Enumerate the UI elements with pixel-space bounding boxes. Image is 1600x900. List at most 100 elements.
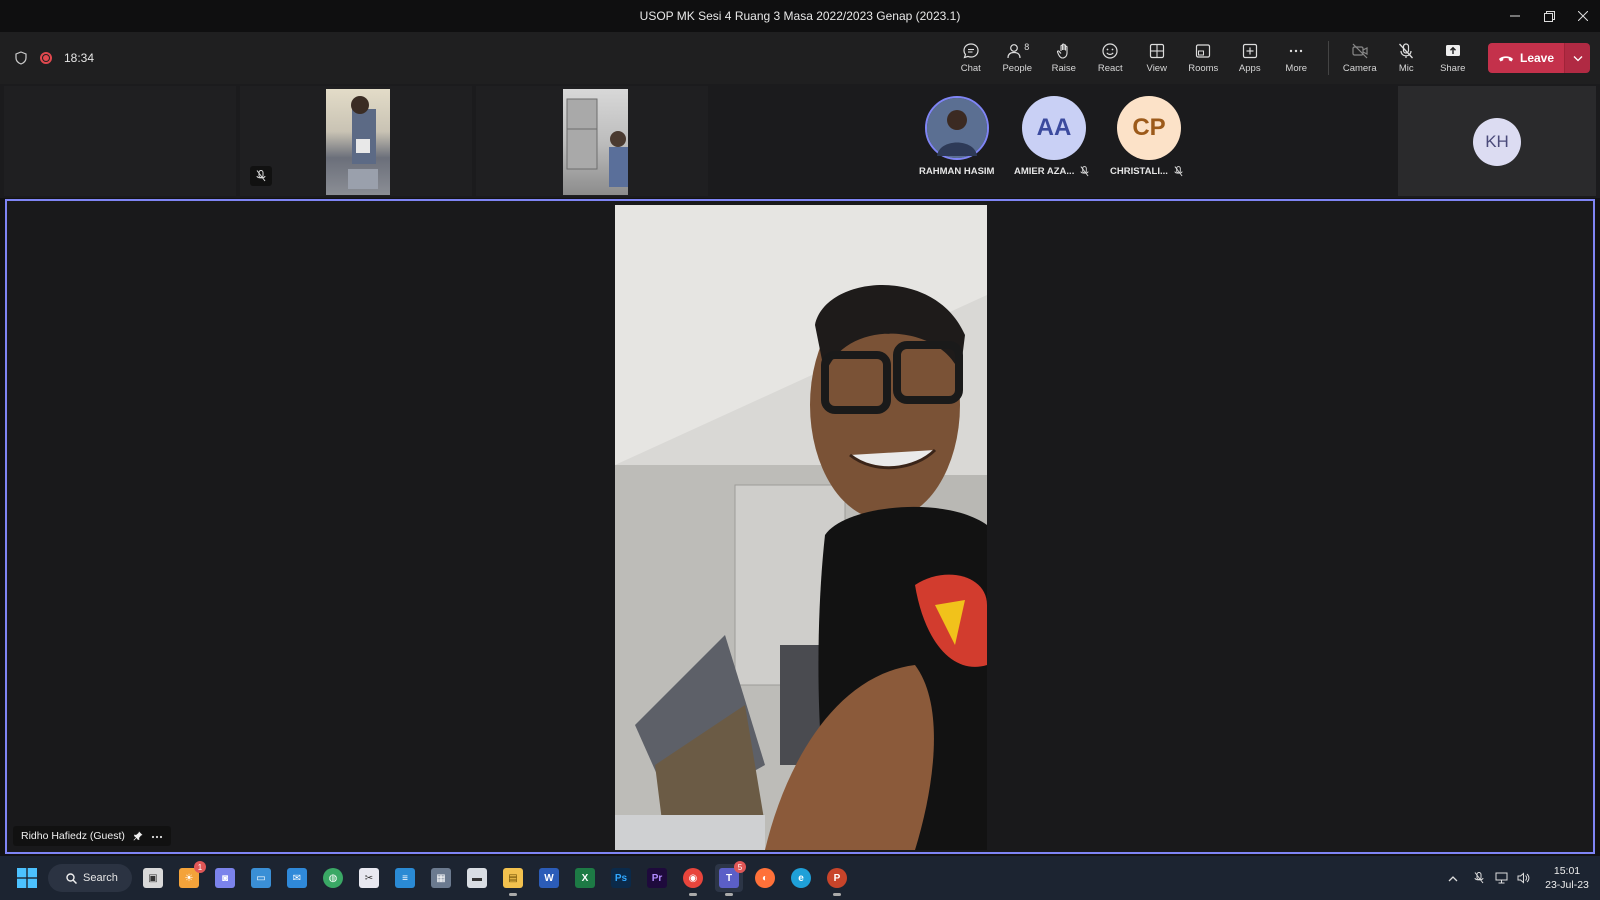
monitor-icon: ▭: [251, 868, 271, 888]
minimize-icon: [1510, 15, 1520, 17]
raise-label: Raise: [1051, 63, 1076, 74]
premiere-button[interactable]: Pr: [643, 864, 671, 892]
avatar-initials: KH: [1485, 132, 1509, 151]
close-icon: [1578, 11, 1588, 21]
chat-button[interactable]: Chat: [948, 32, 995, 84]
restore-button[interactable]: [1532, 0, 1566, 32]
word-button[interactable]: W: [535, 864, 563, 892]
people-icon: [1007, 44, 1021, 59]
windows-taskbar: Search ▣ ☀ 1 ◙ ▭ ✉ ◍ ✂ ≡ ▦ ▬ ▤ W X Ps Pr …: [0, 856, 1600, 900]
mic-label: Mic: [1398, 63, 1414, 74]
notepad-icon: ≡: [395, 868, 415, 888]
file-explorer-button[interactable]: ▤: [499, 864, 527, 896]
mic-button[interactable]: Mic: [1383, 32, 1430, 84]
mic-off-icon: [1174, 166, 1183, 177]
avatar-initials: AA: [1036, 114, 1072, 141]
toolbar-actions: Chat 8 People Raise React View Rooms App…: [948, 32, 1590, 84]
react-button[interactable]: React: [1087, 32, 1134, 84]
chrome-button[interactable]: ◉: [679, 864, 707, 896]
drive-button[interactable]: ▬: [463, 864, 491, 892]
chat-icon: [963, 43, 979, 59]
mic-off-icon: [1080, 166, 1089, 177]
leave-button-group: Leave: [1488, 43, 1590, 73]
more-button[interactable]: More: [1273, 32, 1320, 84]
participant-name: AMIER AZA...: [1014, 166, 1089, 177]
taskbar-search[interactable]: Search: [48, 864, 132, 892]
photoshop-button[interactable]: Ps: [607, 864, 635, 892]
notepad-button[interactable]: ≡: [391, 864, 419, 892]
participant-tile-empty[interactable]: [4, 86, 236, 196]
shield-icon: [15, 51, 27, 65]
participant-tile-self[interactable]: KH: [1398, 86, 1596, 196]
tray-mic-button[interactable]: [1468, 867, 1490, 889]
speaker-name: Ridho Hafiedz (Guest): [21, 830, 125, 842]
excel-button[interactable]: X: [571, 864, 599, 892]
show-hidden-icons-button[interactable]: [1442, 867, 1464, 889]
start-button[interactable]: [13, 864, 41, 892]
speaker-name-tag: Ridho Hafiedz (Guest): [13, 826, 171, 846]
meeting-timer: 18:34: [64, 51, 95, 65]
participant-avatar-photo[interactable]: [925, 96, 989, 160]
restore-icon: [1543, 10, 1555, 22]
raise-hand-button[interactable]: Raise: [1041, 32, 1088, 84]
taskbar-clock[interactable]: 15:01 23-Jul-23: [1534, 864, 1600, 892]
participant-tile-video-1[interactable]: [240, 86, 472, 196]
participant-avatar-initials[interactable]: CP: [1117, 96, 1181, 160]
snipping-tool-button[interactable]: ✂: [355, 864, 383, 892]
firefox-button[interactable]: ◐: [751, 864, 779, 892]
widgets-button[interactable]: ☀ 1: [175, 861, 206, 892]
avatar-photo: [927, 98, 987, 158]
chevron-up-icon: [1448, 875, 1458, 881]
meeting-toolbar: 18:34 Chat 8 People Raise React View Roo…: [0, 32, 1600, 84]
speaker-more-button[interactable]: [151, 830, 163, 842]
participant-gallery: RAHMAN HASIM AA AMIER AZA... CP CHRISTAL…: [0, 84, 1600, 198]
share-label: Share: [1440, 63, 1466, 74]
close-button[interactable]: [1566, 0, 1600, 32]
speaker-video[interactable]: [615, 205, 987, 850]
camera-button[interactable]: Camera: [1337, 32, 1384, 84]
chat-app-button[interactable]: ◙: [211, 864, 239, 892]
search-icon: [66, 872, 77, 884]
powerpoint-button[interactable]: P: [823, 864, 851, 896]
notification-badge: 1: [194, 861, 206, 873]
participant-tile-video-2[interactable]: [476, 86, 708, 196]
search-label: Search: [83, 872, 118, 884]
snip-icon: ✂: [359, 868, 379, 888]
apps-button[interactable]: Apps: [1227, 32, 1274, 84]
teams-button[interactable]: T5: [715, 861, 746, 896]
edge-button[interactable]: e: [787, 864, 815, 892]
teams-chat-icon: ◙: [215, 868, 235, 888]
network-button[interactable]: [1490, 867, 1512, 889]
recording-icon: [40, 52, 52, 64]
people-button[interactable]: 8 People: [994, 32, 1041, 84]
task-view-button[interactable]: ▣: [139, 864, 167, 892]
mic-off-icon: [256, 170, 266, 182]
drive-icon: ▬: [467, 868, 487, 888]
volume-button[interactable]: [1512, 867, 1534, 889]
premiere-icon: Pr: [647, 868, 667, 888]
share-button[interactable]: Share: [1430, 32, 1477, 84]
calculator-button[interactable]: ▦: [427, 864, 455, 892]
remote-desktop-button[interactable]: ▭: [247, 864, 275, 892]
word-icon: W: [539, 868, 559, 888]
system-tray: 15:01 23-Jul-23: [1442, 856, 1600, 900]
minimize-button[interactable]: [1498, 0, 1532, 32]
rooms-button[interactable]: Rooms: [1180, 32, 1227, 84]
people-count: 8: [1024, 42, 1030, 52]
view-button[interactable]: View: [1134, 32, 1181, 84]
mail-icon: ✉: [287, 868, 307, 888]
participant-video-2: [563, 89, 628, 195]
participant-avatar-initials[interactable]: AA: [1022, 96, 1086, 160]
mail-button[interactable]: ✉: [283, 864, 311, 892]
smiley-icon: [1102, 43, 1118, 59]
leave-button[interactable]: Leave: [1488, 43, 1564, 73]
folder-icon: ▤: [503, 868, 523, 888]
teams-badge: 5: [734, 861, 746, 873]
task-view-icon: ▣: [143, 868, 163, 888]
share-screen-icon: [1445, 45, 1460, 56]
participant-muted-badge: [250, 166, 272, 186]
leave-options-button[interactable]: [1564, 43, 1590, 73]
camera-label: Camera: [1342, 63, 1377, 74]
browser-app-button[interactable]: ◍: [319, 864, 347, 892]
hang-up-icon: [1498, 56, 1513, 62]
